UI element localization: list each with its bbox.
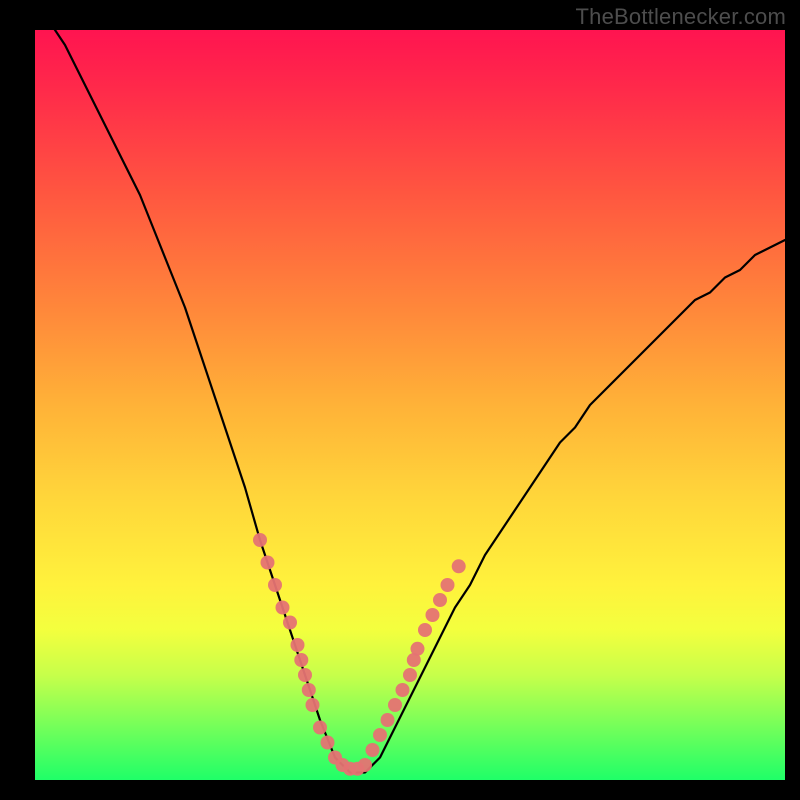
- marker-dot: [321, 736, 335, 750]
- marker-dot: [418, 623, 432, 637]
- marker-cluster: [253, 533, 466, 776]
- marker-dot: [302, 683, 316, 697]
- marker-dot: [396, 683, 410, 697]
- marker-dot: [253, 533, 267, 547]
- marker-dot: [433, 593, 447, 607]
- marker-dot: [403, 668, 417, 682]
- marker-dot: [268, 578, 282, 592]
- marker-dot: [366, 743, 380, 757]
- watermark-text: TheBottlenecker.com: [576, 4, 786, 30]
- curve-layer: [35, 30, 785, 780]
- marker-dot: [313, 721, 327, 735]
- marker-dot: [291, 638, 305, 652]
- marker-dot: [294, 653, 308, 667]
- plot-area: [35, 30, 785, 780]
- marker-dot: [452, 559, 466, 573]
- marker-dot: [298, 668, 312, 682]
- marker-dot: [373, 728, 387, 742]
- marker-dot: [276, 601, 290, 615]
- marker-dot: [283, 616, 297, 630]
- marker-dot: [261, 556, 275, 570]
- marker-dot: [411, 642, 425, 656]
- marker-dot: [306, 698, 320, 712]
- marker-dot: [388, 698, 402, 712]
- marker-dot: [441, 578, 455, 592]
- marker-dot: [426, 608, 440, 622]
- marker-dot: [358, 758, 372, 772]
- marker-dot: [381, 713, 395, 727]
- chart-frame: TheBottlenecker.com: [0, 0, 800, 800]
